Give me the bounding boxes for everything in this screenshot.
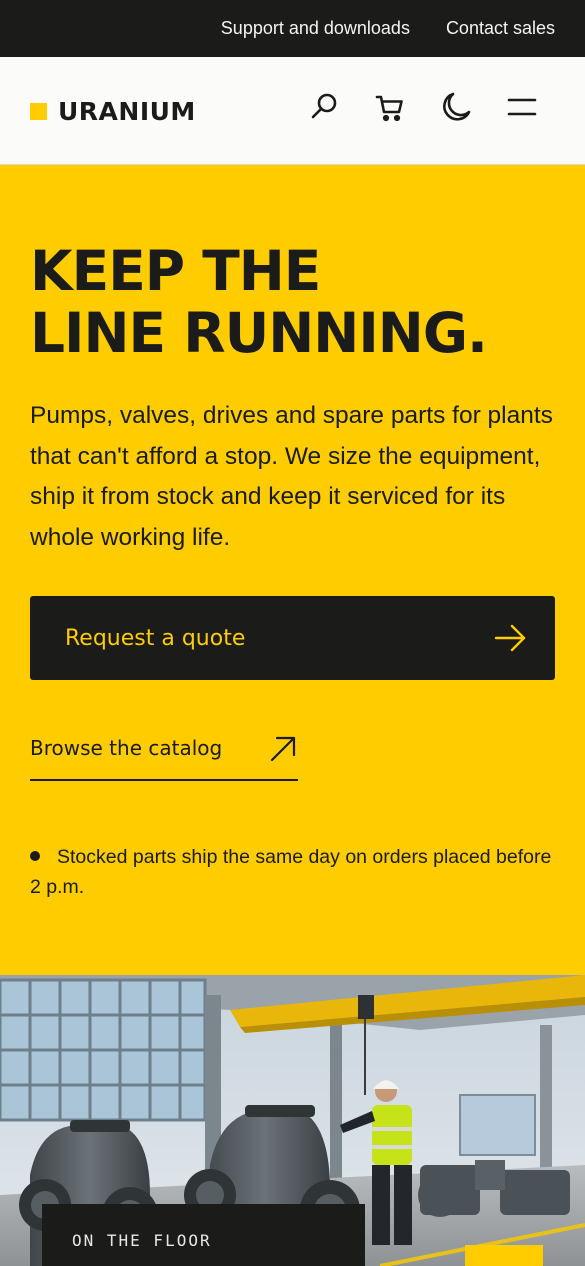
dark-mode-icon[interactable] (438, 89, 474, 125)
shipping-note-text: Stocked parts ship the same day on order… (30, 846, 552, 898)
bullet-dot-icon (30, 851, 40, 861)
logo-square-icon (30, 103, 47, 120)
arrow-right-icon (493, 623, 527, 653)
shipping-note: Stocked parts ship the same day on order… (30, 842, 560, 902)
site-header: URANIUM (0, 57, 585, 165)
hero-title-line-1: KEEP THE (30, 239, 321, 303)
brand-logo[interactable]: URANIUM (30, 97, 196, 126)
on-the-floor-card: ON THE FLOOR (42, 1204, 365, 1266)
menu-icon[interactable] (504, 89, 540, 125)
request-quote-button[interactable]: Request a quote (30, 596, 555, 680)
arrow-up-right-icon (268, 730, 298, 764)
request-quote-label: Request a quote (65, 625, 246, 651)
hero-description: Pumps, valves, drives and spare parts fo… (30, 402, 553, 551)
search-icon[interactable] (306, 89, 342, 125)
cart-icon[interactable] (372, 89, 408, 125)
browse-catalog-label: Browse the catalog (30, 736, 223, 760)
hero-title: KEEP THE LINE RUNNING. (30, 240, 560, 364)
accent-tab (465, 1245, 543, 1266)
utility-bar: Support and downloads Contact sales (0, 0, 585, 57)
support-downloads-link[interactable]: Support and downloads (221, 18, 410, 39)
hero-title-line-2: LINE RUNNING. (30, 301, 488, 365)
brand-name: URANIUM (58, 97, 196, 126)
on-the-floor-label: ON THE FLOOR (72, 1231, 212, 1250)
browse-catalog-link[interactable]: Browse the catalog (30, 730, 298, 781)
contact-sales-link[interactable]: Contact sales (446, 18, 555, 39)
